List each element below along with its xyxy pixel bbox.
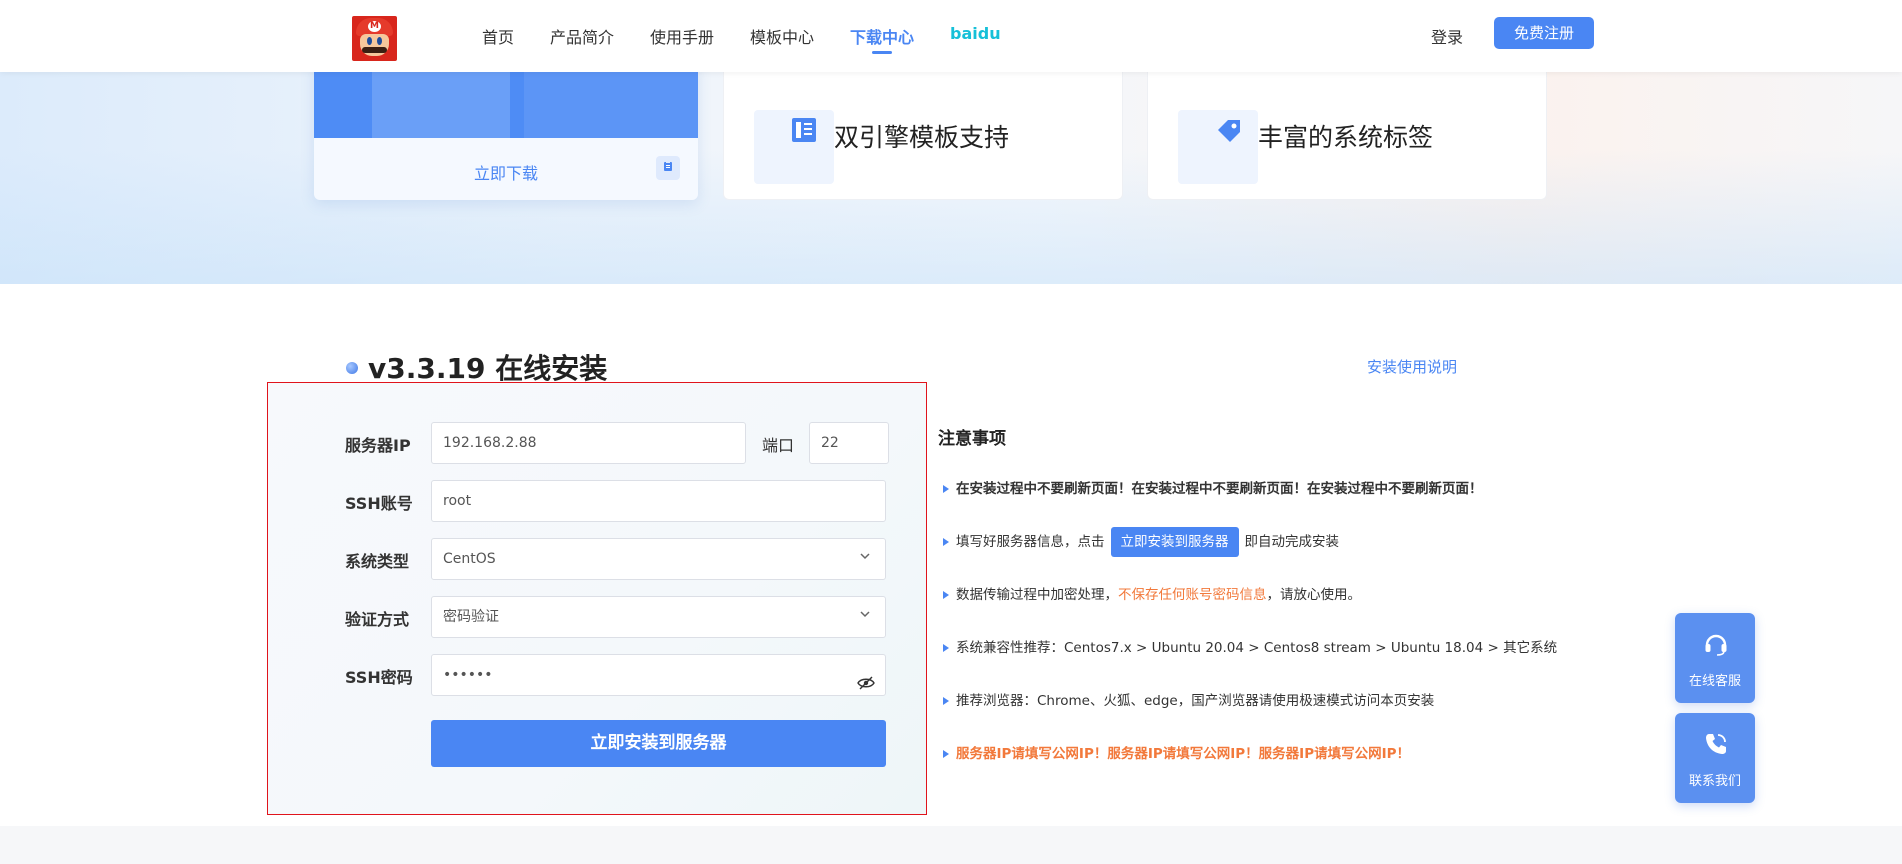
note-warning-text: 不保存任何账号密码信息 xyxy=(1118,587,1267,603)
clipboard-icon[interactable] xyxy=(656,156,680,180)
login-link[interactable]: 登录 xyxy=(1431,24,1463,48)
note-text: 服务器IP请填写公网IP！服务器IP请填写公网IP！服务器IP请填写公网IP！ xyxy=(956,746,1411,762)
server-ip-input[interactable]: 192.168.2.88 xyxy=(431,422,746,464)
eye-hidden-icon[interactable] xyxy=(857,667,875,690)
note-text: 填写好服务器信息，点击 xyxy=(956,534,1105,550)
note-item: 系统兼容性推荐：Centos7.x > Ubuntu 20.04 > Cento… xyxy=(943,633,1557,663)
note-item: 服务器IP请填写公网IP！服务器IP请填写公网IP！服务器IP请填写公网IP！ xyxy=(943,739,1410,769)
triangle-right-icon xyxy=(943,697,949,705)
top-nav: M 首页 产品简介 使用手册 模板中心 下载中心 baidu 登录 免费注册 xyxy=(0,0,1902,72)
template-engine-icon xyxy=(790,116,818,144)
note-text: ，请放心使用。 xyxy=(1266,587,1362,603)
ssh-account-label: SSH账号 xyxy=(345,494,413,513)
logo-eye xyxy=(377,37,382,45)
logo-eye xyxy=(367,37,372,45)
logo-mustache xyxy=(362,47,387,53)
chevron-down-icon xyxy=(859,608,873,622)
headset-icon xyxy=(1703,631,1729,657)
feature-card-dual-engine: 双引擎模板支持 xyxy=(723,60,1123,200)
os-type-label: 系统类型 xyxy=(345,552,410,571)
notes-title: 注意事项 xyxy=(938,429,1006,449)
chevron-down-icon xyxy=(859,550,873,564)
note-item: 在安装过程中不要刷新页面！在安装过程中不要刷新页面！在安装过程中不要刷新页面！ xyxy=(943,474,1483,504)
feature-card-system-tags: 丰富的系统标签 xyxy=(1147,60,1547,200)
port-input[interactable]: 22 xyxy=(809,422,889,464)
online-service-button[interactable]: 在线客服 xyxy=(1675,613,1755,703)
inline-install-button[interactable]: 立即安装到服务器 xyxy=(1110,527,1239,557)
tag-icon xyxy=(1214,116,1242,144)
nav-active-indicator xyxy=(872,51,892,54)
install-help-link[interactable]: 安装使用说明 xyxy=(1367,356,1457,377)
note-text: 数据传输过程中加密处理， xyxy=(956,587,1118,603)
nav-product-intro[interactable]: 产品简介 xyxy=(550,24,614,48)
section-title: v3.3.19 在线安装 xyxy=(368,352,608,385)
note-text: 在安装过程中不要刷新页面！在安装过程中不要刷新页面！在安装过程中不要刷新页面！ xyxy=(956,481,1483,497)
triangle-right-icon xyxy=(943,591,949,599)
feature-title: 双引擎模板支持 xyxy=(834,123,1010,152)
nav-home[interactable]: 首页 xyxy=(482,24,514,48)
note-text: 系统兼容性推荐：Centos7.x > Ubuntu 20.04 > Cento… xyxy=(956,640,1558,656)
ssh-password-value: •••••• xyxy=(443,667,493,683)
install-to-server-button[interactable]: 立即安装到服务器 xyxy=(431,720,886,767)
online-service-label: 在线客服 xyxy=(1688,674,1741,689)
download-card: 立即下载 xyxy=(314,60,698,200)
register-button[interactable]: 免费注册 xyxy=(1494,17,1594,49)
note-text: 推荐浏览器：Chrome、火狐、edge，国产浏览器请使用极速模式访问本页安装 xyxy=(956,693,1435,709)
triangle-right-icon xyxy=(943,750,949,758)
note-item: 推荐浏览器：Chrome、火狐、edge，国产浏览器请使用极速模式访问本页安装 xyxy=(943,686,1434,716)
port-label: 端口 xyxy=(762,436,795,455)
contact-us-button[interactable]: 联系我们 xyxy=(1675,713,1755,803)
footer-band xyxy=(0,826,1902,864)
phone-icon xyxy=(1703,731,1729,757)
note-item: 数据传输过程中加密处理，不保存任何账号密码信息，请放心使用。 xyxy=(943,580,1361,610)
os-type-select[interactable]: CentOS xyxy=(431,538,886,580)
nav-baidu[interactable]: baidu xyxy=(950,24,1001,43)
logo-letter: M xyxy=(368,21,381,32)
triangle-right-icon xyxy=(943,644,949,652)
nav-template-center[interactable]: 模板中心 xyxy=(750,24,814,48)
note-item: 填写好服务器信息，点击 立即安装到服务器 即自动完成安装 xyxy=(943,527,1339,557)
os-type-value: CentOS xyxy=(443,551,496,567)
ssh-password-label: SSH密码 xyxy=(345,668,413,687)
nav-manual[interactable]: 使用手册 xyxy=(650,24,714,48)
server-ip-label: 服务器IP xyxy=(345,436,411,455)
auth-method-select[interactable]: 密码验证 xyxy=(431,596,886,638)
triangle-right-icon xyxy=(943,485,949,493)
section-bullet xyxy=(346,362,358,374)
ssh-account-input[interactable]: root xyxy=(431,480,886,522)
ssh-password-input[interactable]: •••••• xyxy=(431,654,886,696)
nav-download-center[interactable]: 下载中心 xyxy=(850,24,914,48)
feature-title: 丰富的系统标签 xyxy=(1258,123,1434,152)
contact-us-label: 联系我们 xyxy=(1688,774,1741,789)
auth-method-label: 验证方式 xyxy=(345,610,410,629)
auth-method-value: 密码验证 xyxy=(443,609,499,625)
triangle-right-icon xyxy=(943,538,949,546)
logo[interactable]: M xyxy=(352,16,397,61)
note-text: 即自动完成安装 xyxy=(1244,534,1340,550)
page: { "nav": { "logo_text": "M", "items": ["… xyxy=(0,0,1902,864)
download-now-link[interactable]: 立即下载 xyxy=(314,160,698,184)
